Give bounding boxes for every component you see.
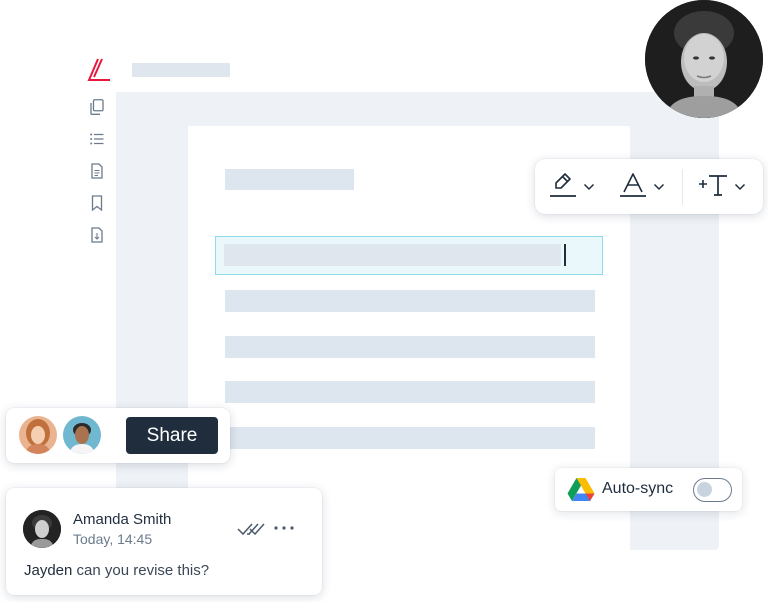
auto-sync-toggle[interactable] (693, 478, 732, 502)
share-button[interactable]: Share (126, 417, 218, 454)
pdf-editor-logo-icon[interactable] (86, 56, 114, 84)
comment-body: can you revise this? (72, 562, 210, 579)
document-title-placeholder (132, 63, 230, 77)
add-text-button[interactable] (698, 169, 746, 205)
sidebar (80, 92, 116, 552)
attachment-file-icon[interactable] (89, 227, 105, 243)
collaborator-avatar[interactable] (63, 416, 101, 454)
highlighter-button[interactable] (549, 169, 595, 205)
selected-text-placeholder (224, 244, 561, 266)
mention[interactable]: Jayden (24, 562, 72, 579)
google-drive-icon (567, 477, 595, 502)
text-line-placeholder (225, 427, 595, 449)
commenter-avatar[interactable] (23, 510, 61, 548)
comment-card: Amanda Smith Today, 14:45 Jayden can you… (6, 488, 322, 595)
text-cursor (564, 244, 566, 266)
comment-timestamp: Today, 14:45 (73, 531, 153, 547)
heading-placeholder (225, 169, 354, 190)
share-card: Share (6, 408, 230, 463)
toggle-knob (697, 482, 712, 497)
collaborator-avatar[interactable] (19, 416, 57, 454)
add-text-icon (698, 171, 728, 204)
outline-list-icon[interactable] (89, 131, 105, 147)
double-check-icon (237, 521, 265, 537)
comment-text: Jayden can you revise this? (24, 562, 209, 579)
text-line-placeholder (225, 336, 595, 358)
text-color-icon (619, 171, 647, 204)
editor-showcase: Share Amanda Smith Today, 14:45 Jayden c… (0, 0, 768, 602)
auto-sync-label: Auto-sync (602, 480, 674, 497)
text-line-placeholder (225, 381, 595, 403)
chevron-down-icon (583, 178, 595, 196)
more-horizontal-icon (274, 517, 294, 535)
commenter-name: Amanda Smith (73, 511, 172, 528)
document-icon[interactable] (89, 163, 105, 179)
highlighter-icon (549, 171, 577, 204)
more-options-button[interactable] (273, 515, 295, 537)
chevron-down-icon (734, 178, 746, 196)
pages-icon[interactable] (89, 99, 105, 115)
profile-avatar[interactable] (645, 0, 763, 118)
toolbar-divider (682, 169, 683, 205)
format-toolbar (535, 159, 763, 214)
bookmark-icon[interactable] (89, 195, 105, 211)
text-color-button[interactable] (619, 169, 665, 205)
chevron-down-icon (653, 178, 665, 196)
text-line-placeholder (225, 290, 595, 312)
auto-sync-card: Auto-sync (555, 468, 742, 511)
